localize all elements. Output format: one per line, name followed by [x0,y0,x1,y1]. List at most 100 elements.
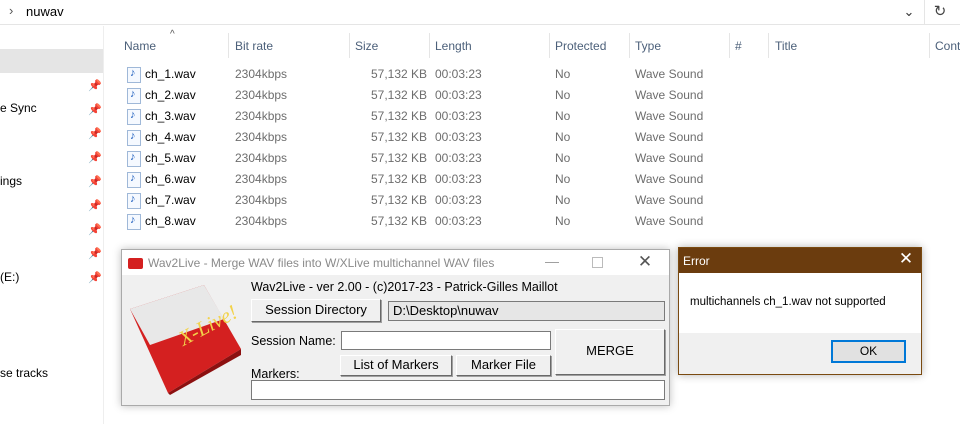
column-divider[interactable] [429,33,430,58]
pin-icon[interactable]: 📌 [88,79,102,92]
address-bar[interactable]: › nuwav ⌄ ↻ [0,0,960,25]
file-size: 57,132 KB [371,109,428,123]
file-type: Wave Sound [635,172,704,186]
sort-ascending-icon: ^ [170,29,175,40]
file-name[interactable]: ch_4.wav [145,130,196,144]
file-size: 57,132 KB [371,88,428,102]
file-name[interactable]: ch_8.wav [145,214,196,228]
audio-file-icon [127,67,141,83]
session-directory-button[interactable]: Session Directory [251,299,381,322]
refresh-icon[interactable]: ↻ [927,0,953,24]
nav-item-sync[interactable]: e Sync [0,101,37,115]
merge-label: MERGE [586,343,634,358]
pin-icon[interactable]: 📌 [88,127,102,140]
breadcrumb-current-folder[interactable]: nuwav [26,4,64,19]
markers-field[interactable] [251,380,665,400]
file-row[interactable]: ch_6.wav 2304kbps 57,132 KB 00:03:23 No … [104,169,960,190]
marker-file-label: Marker File [470,357,536,372]
column-divider[interactable] [729,33,730,58]
file-type: Wave Sound [635,88,704,102]
file-bitrate: 2304kbps [235,214,288,228]
session-name-label: Session Name: [251,334,336,348]
pin-icon[interactable]: 📌 [88,175,102,188]
file-protected: No [555,130,571,144]
file-bitrate: 2304kbps [235,109,288,123]
file-type: Wave Sound [635,67,704,81]
audio-file-icon [127,151,141,167]
file-name[interactable]: ch_2.wav [145,88,196,102]
breadcrumb-chevron-icon[interactable]: › [9,3,13,18]
pin-icon[interactable]: 📌 [88,223,102,236]
list-of-markers-button[interactable]: List of Markers [340,355,452,376]
marker-file-button[interactable]: Marker File [456,355,551,376]
ok-button[interactable]: OK [831,340,906,363]
column-divider[interactable] [629,33,630,58]
file-protected: No [555,193,571,207]
file-name[interactable]: ch_6.wav [145,172,196,186]
column-divider[interactable] [929,33,930,58]
audio-file-icon [127,193,141,209]
merge-button[interactable]: MERGE [555,329,665,375]
file-protected: No [555,172,571,186]
file-protected: No [555,109,571,123]
column-header-size[interactable]: Size [355,39,378,53]
wav2live-titlebar[interactable]: Wav2Live - Merge WAV files into W/XLive … [122,250,669,275]
column-header-protected[interactable]: Protected [555,39,606,53]
file-row[interactable]: ch_8.wav 2304kbps 57,132 KB 00:03:23 No … [104,211,960,232]
column-divider[interactable] [768,33,769,58]
column-divider[interactable] [349,33,350,58]
file-name[interactable]: ch_5.wav [145,151,196,165]
audio-file-icon [127,109,141,125]
file-row[interactable]: ch_4.wav 2304kbps 57,132 KB 00:03:23 No … [104,127,960,148]
minimize-icon[interactable]: — [537,253,567,273]
column-header-name[interactable]: Name [124,39,156,53]
close-icon[interactable]: ✕ [630,252,660,272]
pin-icon[interactable]: 📌 [88,271,102,284]
file-name[interactable]: ch_7.wav [145,193,196,207]
file-row[interactable]: ch_7.wav 2304kbps 57,132 KB 00:03:23 No … [104,190,960,211]
pin-icon[interactable]: 📌 [88,199,102,212]
file-type: Wave Sound [635,193,704,207]
nav-item-settings[interactable]: ings [0,174,22,188]
file-name[interactable]: ch_3.wav [145,109,196,123]
nav-item-drive-e[interactable]: (E:) [0,270,19,284]
column-header-length[interactable]: Length [435,39,472,53]
file-row[interactable]: ch_5.wav 2304kbps 57,132 KB 00:03:23 No … [104,148,960,169]
pin-icon[interactable]: 📌 [88,151,102,164]
column-header-type[interactable]: Type [635,39,661,53]
markers-label: Markers: [251,367,300,381]
column-divider[interactable] [549,33,550,58]
file-type: Wave Sound [635,214,704,228]
error-body: multichannels ch_1.wav not supported [679,273,921,333]
file-type: Wave Sound [635,130,704,144]
file-row[interactable]: ch_1.wav 2304kbps 57,132 KB 00:03:23 No … [104,64,960,85]
file-type: Wave Sound [635,109,704,123]
close-icon[interactable]: ✕ [893,249,919,271]
file-protected: No [555,214,571,228]
error-titlebar[interactable]: Error ✕ [679,248,921,273]
maximize-icon[interactable] [592,257,603,268]
audio-file-icon [127,214,141,230]
file-size: 57,132 KB [371,130,428,144]
column-header-number[interactable]: # [735,39,742,53]
file-size: 57,132 KB [371,193,428,207]
column-header-contributing[interactable]: Cont [935,39,960,53]
file-row[interactable]: ch_2.wav 2304kbps 57,132 KB 00:03:23 No … [104,85,960,106]
xlive-sd-card-logo: X-Live! [130,285,241,395]
pin-icon[interactable]: 📌 [88,103,102,116]
column-divider[interactable] [228,33,229,58]
file-row[interactable]: ch_3.wav 2304kbps 57,132 KB 00:03:23 No … [104,106,960,127]
chevron-down-icon[interactable]: ⌄ [896,0,922,24]
file-name[interactable]: ch_1.wav [145,67,196,81]
file-bitrate: 2304kbps [235,67,288,81]
wav2live-window: Wav2Live - Merge WAV files into W/XLive … [121,249,670,406]
error-message: multichannels ch_1.wav not supported [690,296,886,308]
audio-file-icon [127,172,141,188]
session-name-input[interactable] [341,331,551,350]
nav-item-tracks[interactable]: se tracks [0,366,48,380]
pin-icon[interactable]: 📌 [88,247,102,260]
nav-item-selected[interactable] [0,49,103,73]
column-header-bitrate[interactable]: Bit rate [235,39,273,53]
column-header-title[interactable]: Title [775,39,797,53]
file-length: 00:03:23 [435,172,482,186]
